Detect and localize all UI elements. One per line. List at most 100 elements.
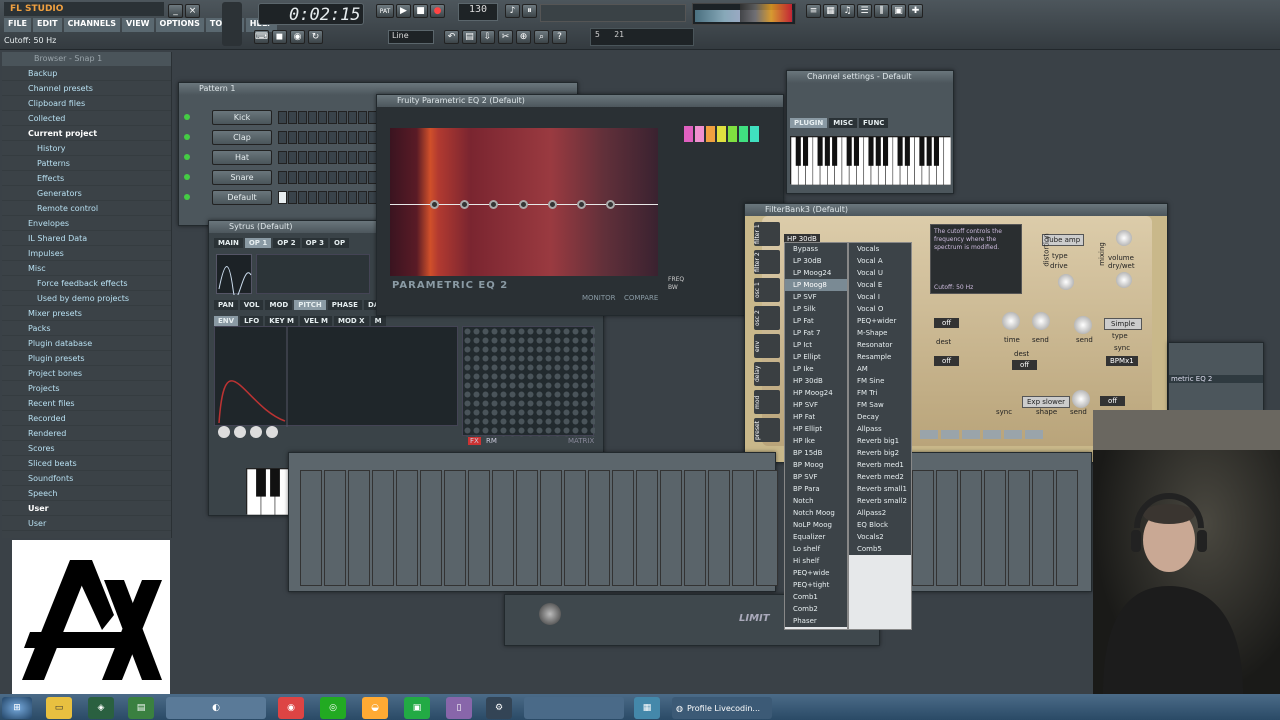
menu-option[interactable]: HP 30dB	[785, 375, 847, 387]
step-row[interactable]	[278, 151, 377, 164]
loop-record-icon[interactable]: ↻	[308, 30, 323, 44]
mixer-icon[interactable]: ⫼	[874, 4, 889, 18]
menu-option[interactable]: LP Fat	[785, 315, 847, 327]
browser-item[interactable]: Force feedback effects	[2, 276, 171, 291]
section-mod[interactable]: mod	[754, 390, 780, 414]
browser-item[interactable]: Mixer presets	[2, 306, 171, 321]
menu-option[interactable]: HP Fat	[785, 411, 847, 423]
step-row[interactable]	[278, 191, 377, 204]
app-icon-2[interactable]: ▤	[128, 697, 154, 719]
menu-option[interactable]: Decay	[849, 411, 911, 423]
browser-item[interactable]: Remote control	[2, 201, 171, 216]
menu-option[interactable]: Reverb small2	[849, 495, 911, 507]
tab-op-1[interactable]: OP 1	[244, 238, 272, 248]
menu-option[interactable]: Vocals	[849, 243, 911, 255]
browser-icon[interactable]: ☰	[857, 4, 872, 18]
menu-option[interactable]: Notch	[785, 495, 847, 507]
fm-matrix[interactable]	[462, 326, 595, 437]
channel-led[interactable]	[184, 134, 190, 140]
menu-option[interactable]: HP Ellipt	[785, 423, 847, 435]
mixer-track[interactable]	[372, 470, 394, 586]
menu-option[interactable]: Reverb big1	[849, 435, 911, 447]
menu-option[interactable]: Phaser	[785, 615, 847, 627]
delay-sync[interactable]: BPMx1	[1106, 356, 1138, 366]
tab-mod-x[interactable]: MOD X	[334, 316, 369, 326]
menu-option[interactable]: LP Moog8	[785, 279, 847, 291]
metronome-icon[interactable]: ♪	[505, 4, 520, 18]
explorer-icon[interactable]: ▭	[46, 697, 72, 719]
menu-option[interactable]: PEQ+wider	[849, 315, 911, 327]
channel-led[interactable]	[184, 194, 190, 200]
mixer-track[interactable]	[1056, 470, 1078, 586]
osc2-dest[interactable]: off	[934, 356, 960, 366]
step-row[interactable]	[278, 111, 377, 124]
eq-band-5[interactable]	[548, 200, 557, 209]
song-time-display[interactable]: 0:02:15	[258, 3, 364, 25]
mixer-track[interactable]	[516, 470, 538, 586]
browser-item[interactable]: Used by demo projects	[2, 291, 171, 306]
menu-option[interactable]: Vocal E	[849, 279, 911, 291]
channel-icon[interactable]: ▣	[891, 4, 906, 18]
help-icon[interactable]: ?	[552, 30, 567, 44]
drive-knob[interactable]	[1058, 274, 1074, 290]
menu-option[interactable]: PEQ+wide	[785, 567, 847, 579]
tab-m[interactable]: M	[370, 316, 386, 326]
menu-option[interactable]: LP Fat 7	[785, 327, 847, 339]
mixer-track[interactable]	[444, 470, 466, 586]
pattern-selector[interactable]: Line	[388, 30, 434, 44]
menu-option[interactable]: HP Ike	[785, 435, 847, 447]
step-row[interactable]	[278, 131, 377, 144]
stop-button[interactable]: ■	[413, 4, 428, 18]
play-button[interactable]: ▶	[396, 4, 411, 18]
tab-misc[interactable]: MISC	[829, 118, 857, 128]
menu-option[interactable]: BP Para	[785, 483, 847, 495]
menu-option[interactable]: BP SVF	[785, 471, 847, 483]
menu-option[interactable]: Hi shelf	[785, 555, 847, 567]
menu-option[interactable]: AM	[849, 363, 911, 375]
browser-item[interactable]: User	[2, 516, 171, 531]
record-button[interactable]: ●	[430, 4, 445, 18]
tab-vel-m[interactable]: VEL M	[299, 316, 333, 326]
channel-keyboard[interactable]	[790, 136, 952, 186]
browser-item[interactable]: Clipboard files	[2, 96, 171, 111]
playlist-icon[interactable]: ≡	[806, 4, 821, 18]
browser-item[interactable]: Project bones	[2, 366, 171, 381]
menu-option[interactable]: BP 15dB	[785, 447, 847, 459]
menu-options[interactable]: OPTIONS	[155, 18, 204, 32]
browser-item[interactable]: Rendered	[2, 426, 171, 441]
pattern-song-toggle[interactable]: PAT	[376, 4, 394, 18]
tempo-display[interactable]: 130	[458, 3, 498, 21]
menu-option[interactable]: LP Ellipt	[785, 351, 847, 363]
env-dest[interactable]: off	[1012, 360, 1038, 370]
mixer-track[interactable]	[1032, 470, 1054, 586]
fx-label[interactable]: FX	[468, 437, 481, 445]
menu-option[interactable]: FM Saw	[849, 399, 911, 411]
menu-option[interactable]: Reverb med2	[849, 471, 911, 483]
eq-band-6[interactable]	[577, 200, 586, 209]
sustain-knob[interactable]	[250, 426, 262, 438]
tab-phase[interactable]: PHASE	[327, 300, 362, 310]
browser-item[interactable]: Plugin presets	[2, 351, 171, 366]
mixer-track[interactable]	[492, 470, 514, 586]
tab-lfo[interactable]: LFO	[240, 316, 264, 326]
browser-item[interactable]: Effects	[2, 171, 171, 186]
release-knob[interactable]	[266, 426, 278, 438]
browser-item[interactable]: Recorded	[2, 411, 171, 426]
preset-slot-4[interactable]	[983, 430, 1001, 439]
zoom-icon[interactable]: ⊕	[516, 30, 531, 44]
menu-option[interactable]: FM Sine	[849, 375, 911, 387]
mixer-track[interactable]	[396, 470, 418, 586]
menu-view[interactable]: VIEW	[122, 18, 154, 32]
mixer-track[interactable]	[660, 470, 682, 586]
menu-option[interactable]: Vocals2	[849, 531, 911, 543]
menu-file[interactable]: FILE	[4, 18, 32, 32]
plugin-icon[interactable]: ✚	[908, 4, 923, 18]
menu-option[interactable]: Resonator	[849, 339, 911, 351]
spotify-icon[interactable]: ◎	[320, 697, 346, 719]
preset-slot-3[interactable]	[962, 430, 980, 439]
channel-led[interactable]	[184, 174, 190, 180]
menu-option[interactable]: Reverb big2	[849, 447, 911, 459]
menu-channels[interactable]: CHANNELS	[63, 18, 121, 32]
sytrus-op-sliders[interactable]	[256, 254, 370, 294]
mod-shape[interactable]: Exp slower	[1022, 396, 1071, 408]
